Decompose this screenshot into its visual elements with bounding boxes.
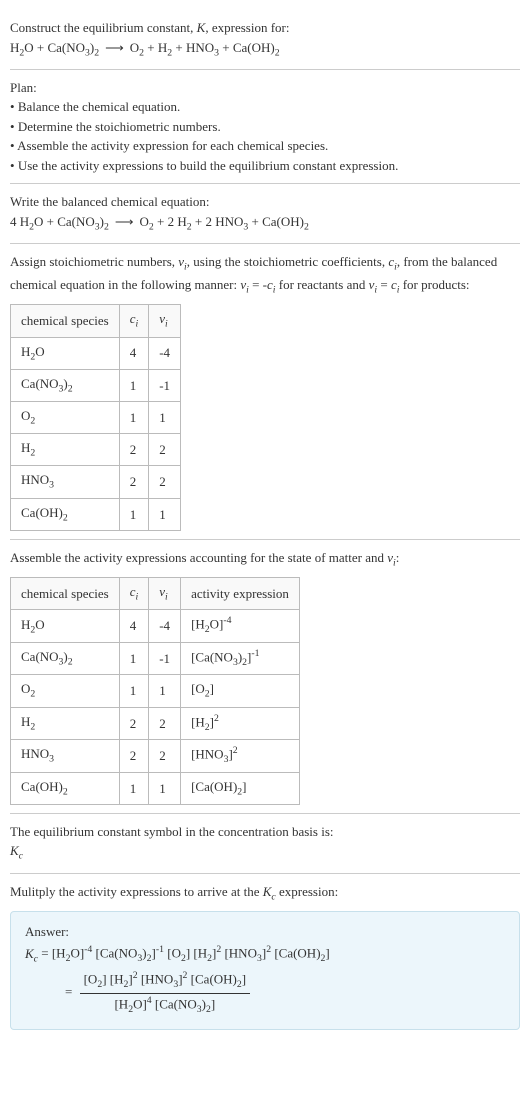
table-row: Ca(OH)211	[11, 498, 181, 530]
plan-section: Plan: • Balance the chemical equation. •…	[10, 70, 520, 185]
col-activity: activity expression	[181, 578, 300, 610]
balanced-equation: 4 H2O + Ca(NO3)2⟶O2 + 2 H2 + 2 HNO3 + Ca…	[10, 212, 520, 235]
intro-line: Construct the equilibrium constant, K, e…	[10, 18, 520, 38]
table-row: Ca(OH)211[Ca(OH)2]	[11, 772, 300, 804]
plan-title: Plan:	[10, 78, 520, 98]
table-row: H222[H2]2	[11, 707, 300, 740]
activity-desc: Assemble the activity expressions accoun…	[10, 548, 520, 571]
answer-box: Answer: Kc = [H2O]-4 [Ca(NO3)2]-1 [O2] […	[10, 911, 520, 1030]
intro-section: Construct the equilibrium constant, K, e…	[10, 10, 520, 70]
plan-bullet: • Determine the stoichiometric numbers.	[10, 117, 520, 137]
table-row: H2O4-4	[11, 337, 181, 369]
stoich-desc: Assign stoichiometric numbers, νi, using…	[10, 252, 520, 298]
plan-bullet: • Balance the chemical equation.	[10, 97, 520, 117]
plan-bullet: • Assemble the activity expression for e…	[10, 136, 520, 156]
activity-section: Assemble the activity expressions accoun…	[10, 540, 520, 814]
table-row: O211[O2]	[11, 675, 300, 707]
plan-bullet: • Use the activity expressions to build …	[10, 156, 520, 176]
final-desc: Mulitply the activity expressions to arr…	[10, 882, 520, 905]
table-row: HNO322	[11, 466, 181, 498]
col-ci: ci	[119, 305, 149, 337]
table-row: Ca(NO3)21-1	[11, 369, 181, 401]
col-vi: νi	[149, 305, 181, 337]
col-ci: ci	[119, 578, 149, 610]
answer-label: Answer:	[25, 922, 505, 942]
col-species: chemical species	[11, 305, 120, 337]
table-row: H2O4-4[H2O]-4	[11, 610, 300, 643]
activity-table: chemical species ci νi activity expressi…	[10, 577, 300, 805]
kc-expression-line2: = [O2] [H2]2 [HNO3]2 [Ca(OH)2] [H2O]4 [C…	[65, 969, 505, 1017]
table-row: HNO322[HNO3]2	[11, 740, 300, 773]
intro-equation: H2O + Ca(NO3)2⟶O2 + H2 + HNO3 + Ca(OH)2	[10, 38, 520, 61]
balanced-section: Write the balanced chemical equation: 4 …	[10, 184, 520, 244]
final-section: Mulitply the activity expressions to arr…	[10, 874, 520, 1038]
col-vi: νi	[149, 578, 181, 610]
kc-section: The equilibrium constant symbol in the c…	[10, 814, 520, 874]
stoich-table: chemical species ci νi H2O4-4 Ca(NO3)21-…	[10, 304, 181, 531]
kc-line: The equilibrium constant symbol in the c…	[10, 822, 520, 842]
table-row: O211	[11, 402, 181, 434]
col-species: chemical species	[11, 578, 120, 610]
kc-symbol: Kc	[10, 841, 520, 864]
stoich-section: Assign stoichiometric numbers, νi, using…	[10, 244, 520, 540]
balanced-title: Write the balanced chemical equation:	[10, 192, 520, 212]
table-row: Ca(NO3)21-1[Ca(NO3)2]-1	[11, 642, 300, 675]
kc-expression-line1: Kc = [H2O]-4 [Ca(NO3)2]-1 [O2] [H2]2 [HN…	[25, 943, 505, 967]
table-row: H222	[11, 434, 181, 466]
